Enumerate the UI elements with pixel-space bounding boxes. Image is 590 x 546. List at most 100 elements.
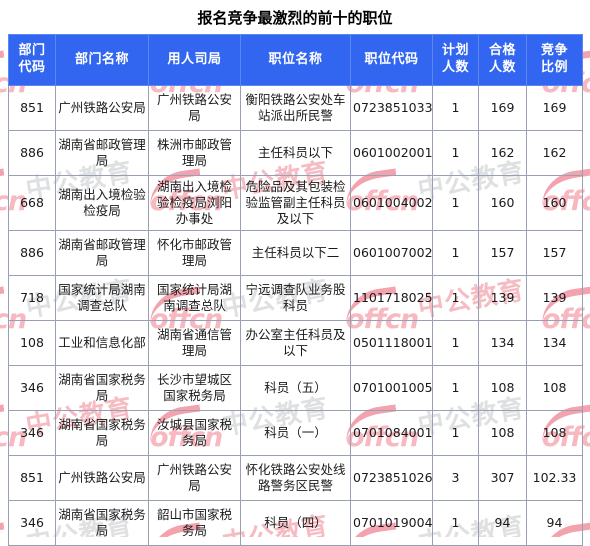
column-header-line: 职位代码 (364, 51, 419, 67)
cell-dept_name: 湖南省国家税务局 (55, 500, 149, 546)
cell-ratio: 102.33 (526, 455, 583, 501)
cell-dept_code: 108 (8, 320, 56, 366)
cell-job_code: 0601007002 (350, 230, 433, 276)
cell-plan: 1 (432, 230, 479, 276)
table-header-row: 部门 代码 部门名称 用人司局 职位名称 职位代码 计划 人数 合格 人数 竞争 比例 (8, 34, 583, 86)
cell-ratio: 162 (526, 130, 583, 176)
table-row: 346 湖南省国家税务局 汝城县国家税务局 科员（一） 0701084001 1 108 10… (8, 410, 583, 456)
cell-dept_name: 广州铁路公安局 (55, 85, 149, 131)
cell-plan: 1 (432, 320, 479, 366)
cell-dept_code: 851 (8, 455, 56, 501)
cell-dept_code: 668 (8, 175, 56, 231)
cell-bureau: 广州铁路公安局 (148, 455, 241, 501)
cell-plan: 1 (432, 130, 479, 176)
table-row: 886 湖南省邮政管理局 株洲市邮政管理局 主任科员以下 0601002001 1 162 1… (8, 130, 583, 176)
table-header: 部门 代码 部门名称 用人司局 职位名称 职位代码 计划 人数 合格 人数 竞争 比例 (8, 34, 583, 86)
cell-plan: 3 (432, 455, 479, 501)
cell-ratio: 134 (526, 320, 583, 366)
cell-job_name: 危险品及其包装检验监管副主任科员及以下 (240, 175, 351, 231)
cell-job_code: 0501118001 (350, 320, 433, 366)
column-header-line: 职位名称 (268, 51, 323, 67)
column-header-ratio: 竞争 比例 (526, 34, 583, 86)
cell-dept_code: 886 (8, 130, 56, 176)
table-body: 851 广州铁路公安局 广州铁路公安局 衡阳铁路公安处车站派出所民警 072385103… (8, 85, 583, 546)
cell-plan: 1 (432, 410, 479, 456)
cell-dept_code: 346 (8, 410, 56, 456)
cell-plan: 1 (432, 275, 479, 321)
column-header-line: 部门名称 (74, 51, 129, 67)
top-positions-table: 部门 代码 部门名称 用人司局 职位名称 职位代码 计划 人数 合格 人数 竞争 比例 851 广州铁路… (8, 34, 583, 546)
cell-dept_code: 346 (8, 365, 56, 411)
cell-bureau: 国家统计局湖南调查总队 (148, 275, 241, 321)
table-row: 346 湖南省国家税务局 长沙市望城区国家税务局 科员（五） 0701001005 1 10… (8, 365, 583, 411)
table-row: 718 国家统计局湖南调查总队 国家统计局湖南调查总队 宁远调查队业务股科员 11017… (8, 275, 583, 321)
cell-bureau: 汝城县国家税务局 (148, 410, 241, 456)
column-header-bureau: 用人司局 (148, 34, 241, 86)
cell-bureau: 怀化市邮政管理局 (148, 230, 241, 276)
cell-job_name: 衡阳铁路公安处车站派出所民警 (240, 85, 351, 131)
cell-dept_name: 湖南出入境检验检疫局 (55, 175, 149, 231)
cell-bureau: 广州铁路公安局 (148, 85, 241, 131)
cell-plan: 1 (432, 365, 479, 411)
column-header-job_name: 职位名称 (240, 34, 351, 86)
cell-job_name: 科员（一） (240, 410, 351, 456)
cell-dept_code: 886 (8, 230, 56, 276)
cell-dept_code: 346 (8, 500, 56, 546)
cell-plan: 1 (432, 175, 479, 231)
table-row: 851 广州铁路公安局 广州铁路公安局 怀化铁路公安处线路警务区民警 072385102… (8, 455, 583, 501)
table-row: 851 广州铁路公安局 广州铁路公安局 衡阳铁路公安处车站派出所民警 072385103… (8, 85, 583, 131)
page-title: 报名竞争最激烈的前十的职位 (197, 9, 393, 27)
column-header-line: 计划 (441, 43, 469, 59)
cell-dept_name: 工业和信息化部 (55, 320, 149, 366)
cell-pass: 162 (478, 130, 527, 176)
table-row: 346 湖南省国家税务局 韶山市国家税务局 科员（四） 0701019004 1 94 94 (8, 500, 583, 546)
cell-bureau: 韶山市国家税务局 (148, 500, 241, 546)
cell-job_name: 宁远调查队业务股科员 (240, 275, 351, 321)
cell-job_code: 0723851033 (350, 85, 433, 131)
report-page: 报名竞争最激烈的前十的职位 部门 代码 部门名称 用人司局 职位名称 职位代码 计划 人数 合格… (0, 0, 590, 546)
table-row: 668 湖南出入境检验检疫局 湖南出入境检验检疫局浏阳办事处 危险品及其包装检验监管副… (8, 175, 583, 231)
cell-job_name: 主任科员以下 (240, 130, 351, 176)
cell-ratio: 94 (526, 500, 583, 546)
cell-dept_name: 湖南省邮政管理局 (55, 230, 149, 276)
cell-ratio: 108 (526, 365, 583, 411)
cell-bureau: 株洲市邮政管理局 (148, 130, 241, 176)
column-header-line: 代码 (18, 60, 46, 75)
cell-pass: 169 (478, 85, 527, 131)
cell-job_name: 办公室主任科员及以下 (240, 320, 351, 366)
cell-job_code: 0723851026 (350, 455, 433, 501)
column-header-line: 合格 (488, 43, 516, 59)
cell-job_code: 0601002001 (350, 130, 433, 176)
cell-bureau: 长沙市望城区国家税务局 (148, 365, 241, 411)
cell-pass: 157 (478, 230, 527, 276)
table-row: 886 湖南省邮政管理局 怀化市邮政管理局 主任科员以下二 0601007002 1 157… (8, 230, 583, 276)
column-header-dept_code: 部门 代码 (8, 34, 56, 86)
column-header-line: 人数 (441, 60, 469, 75)
cell-job_code: 0701019004 (350, 500, 433, 546)
column-header-line: 人数 (488, 60, 516, 75)
cell-ratio: 160 (526, 175, 583, 231)
cell-job_code: 0701084001 (350, 410, 433, 456)
cell-dept_name: 广州铁路公安局 (55, 455, 149, 501)
cell-ratio: 108 (526, 410, 583, 456)
cell-dept_name: 湖南省国家税务局 (55, 410, 149, 456)
cell-pass: 160 (478, 175, 527, 231)
cell-pass: 94 (478, 500, 527, 546)
cell-plan: 1 (432, 500, 479, 546)
column-header-line: 部门 (18, 43, 46, 59)
cell-job_code: 0701001005 (350, 365, 433, 411)
table-row: 108 工业和信息化部 湖南省通信管理局 办公室主任科员及以下 0501118001 1 1… (8, 320, 583, 366)
cell-pass: 307 (478, 455, 527, 501)
cell-job_name: 怀化铁路公安处线路警务区民警 (240, 455, 351, 501)
cell-dept_name: 国家统计局湖南调查总队 (55, 275, 149, 321)
cell-dept_code: 851 (8, 85, 56, 131)
cell-job_name: 科员（五） (240, 365, 351, 411)
column-header-plan: 计划 人数 (432, 34, 479, 86)
cell-plan: 1 (432, 85, 479, 131)
cell-dept_name: 湖南省邮政管理局 (55, 130, 149, 176)
column-header-line: 竞争 (540, 43, 568, 59)
cell-pass: 108 (478, 410, 527, 456)
column-header-line: 用人司局 (167, 51, 222, 67)
cell-job_name: 科员（四） (240, 500, 351, 546)
cell-job_code: 1101718025 (350, 275, 433, 321)
